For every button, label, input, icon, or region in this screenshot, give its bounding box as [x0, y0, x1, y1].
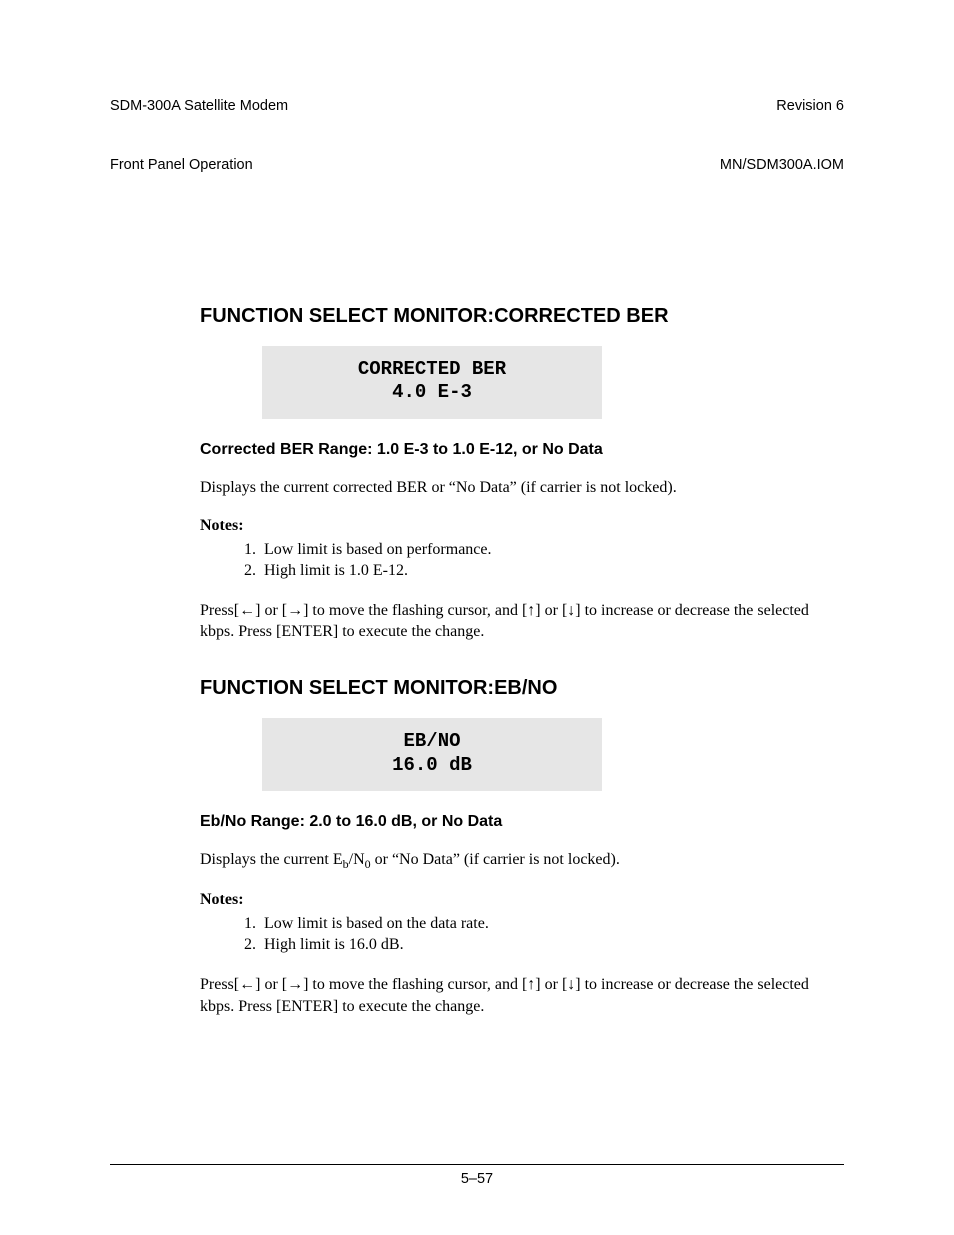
header-left-line1: SDM-300A Satellite Modem	[110, 97, 288, 117]
section-title-corrected-ber: FUNCTION SELECT MONITOR:CORRECTED BER	[200, 305, 844, 328]
header-right: Revision 6 MN/SDM300A.IOM	[720, 58, 844, 215]
instructions-corrected-ber: Press[←] or [→] to move the flashing cur…	[200, 600, 844, 643]
lcd-line: EB/NO	[262, 730, 602, 754]
page: SDM-300A Satellite Modem Front Panel Ope…	[0, 0, 954, 1235]
page-footer: 5–57	[110, 1164, 844, 1187]
content-area: FUNCTION SELECT MONITOR:CORRECTED BER CO…	[110, 215, 844, 1018]
lcd-line: 4.0 E-3	[262, 381, 602, 405]
header-right-line1: Revision 6	[720, 97, 844, 117]
page-number: 5–57	[461, 1171, 493, 1187]
notes-label: Notes:	[200, 517, 844, 535]
section-title-ebno: FUNCTION SELECT MONITOR:EB/NO	[200, 677, 844, 700]
desc-text: Displays the current E	[200, 851, 343, 868]
instructions-ebno: Press[←] or [→] to move the flashing cur…	[200, 974, 844, 1017]
note-item: High limit is 1.0 E-12.	[260, 560, 844, 582]
lcd-line: CORRECTED BER	[262, 358, 602, 382]
header-right-line2: MN/SDM300A.IOM	[720, 156, 844, 176]
section-ebno: FUNCTION SELECT MONITOR:EB/NO EB/NO 16.0…	[200, 677, 844, 1017]
range-label-corrected-ber: Corrected BER Range: 1.0 E-3 to 1.0 E-12…	[200, 441, 844, 459]
description-ebno: Displays the current Eb/N0 or “No Data” …	[200, 849, 844, 872]
notes-list: Low limit is based on the data rate. Hig…	[200, 913, 844, 956]
lcd-line: 16.0 dB	[262, 754, 602, 778]
notes-label: Notes:	[200, 891, 844, 909]
lcd-display-ebno: EB/NO 16.0 dB	[262, 718, 602, 792]
lcd-display-corrected-ber: CORRECTED BER 4.0 E-3	[262, 346, 602, 420]
note-item: Low limit is based on the data rate.	[260, 913, 844, 935]
note-item: High limit is 16.0 dB.	[260, 934, 844, 956]
page-header: SDM-300A Satellite Modem Front Panel Ope…	[110, 58, 844, 215]
header-left: SDM-300A Satellite Modem Front Panel Ope…	[110, 58, 288, 215]
range-label-ebno: Eb/No Range: 2.0 to 16.0 dB, or No Data	[200, 813, 844, 831]
desc-text: or “No Data” (if carrier is not locked).	[371, 851, 620, 868]
header-left-line2: Front Panel Operation	[110, 156, 288, 176]
notes-list: Low limit is based on performance. High …	[200, 539, 844, 582]
description-corrected-ber: Displays the current corrected BER or “N…	[200, 477, 844, 499]
desc-text: /N	[349, 851, 365, 868]
note-item: Low limit is based on performance.	[260, 539, 844, 561]
